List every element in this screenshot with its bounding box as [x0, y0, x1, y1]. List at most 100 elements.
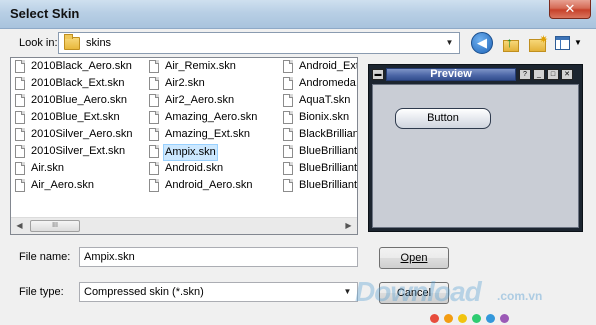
file-name: BlueBrilliant.	[299, 145, 358, 157]
file-name: BlackBrilliant	[299, 128, 358, 140]
file-item[interactable]: Android.skn	[148, 161, 278, 178]
dot-icon	[472, 314, 481, 323]
file-item[interactable]: 2010Silver_Aero.skn	[14, 127, 144, 144]
file-name: 2010Silver_Ext.skn	[31, 145, 126, 157]
filetype-select[interactable]: Compressed skin (*.skn) ▼	[79, 282, 358, 302]
dot-icon	[458, 314, 467, 323]
open-button[interactable]: Open	[379, 247, 449, 269]
file-item[interactable]: Android_Aero.skn	[148, 178, 278, 195]
preview-close-icon: ✕	[561, 69, 573, 80]
preview-sample-button: Button	[395, 108, 491, 129]
file-icon	[15, 179, 25, 192]
up-folder-button[interactable]: ↑	[499, 32, 523, 54]
dot-icon	[444, 314, 453, 323]
title-bar: Select Skin ✕	[0, 0, 596, 29]
file-name: 2010Blue_Aero.skn	[31, 94, 128, 106]
sparkle-icon: ✷	[539, 34, 549, 46]
file-item[interactable]: Air.skn	[14, 161, 144, 178]
file-name: Air.skn	[31, 162, 65, 174]
file-name: 2010Blue_Ext.skn	[31, 111, 120, 123]
horizontal-scrollbar[interactable]: ◀ III ▶	[11, 217, 357, 234]
file-name: Air_Aero.skn	[31, 179, 94, 191]
chevron-down-icon: ▼	[574, 38, 582, 47]
file-item[interactable]: 2010Blue_Ext.skn	[14, 110, 144, 127]
chevron-down-icon[interactable]: ▼	[339, 283, 356, 301]
scroll-thumb[interactable]: III	[30, 220, 80, 232]
back-arrow-icon: ◀	[477, 35, 487, 50]
dot-icon	[430, 314, 439, 323]
file-icon	[15, 145, 25, 158]
file-name: Air_Remix.skn	[165, 60, 236, 72]
file-item[interactable]: BlueBrilliant.	[282, 161, 358, 178]
file-item[interactable]: 2010Black_Ext.skn	[14, 76, 144, 93]
dot-icon	[500, 314, 509, 323]
file-name: Amazing_Ext.skn	[165, 128, 250, 140]
file-name: Ampix.skn	[163, 144, 218, 161]
preview-title: Preview	[386, 68, 516, 81]
file-name: Android_Ext	[299, 60, 358, 72]
file-name: 2010Silver_Aero.skn	[31, 128, 133, 140]
file-item[interactable]: Amazing_Ext.skn	[148, 127, 278, 144]
file-item[interactable]: Air2_Aero.skn	[148, 93, 278, 110]
lookin-combobox[interactable]: skins ▼	[58, 32, 460, 54]
filetype-value: Compressed skin (*.skn)	[84, 286, 204, 298]
file-name: Android_Aero.skn	[165, 179, 253, 191]
preview-maximize-icon: □	[547, 69, 559, 80]
file-icon	[15, 111, 25, 124]
file-item[interactable]: BlueBrilliant_	[282, 178, 358, 195]
file-name: Air2.skn	[165, 77, 205, 89]
preview-menu-icon: ▬	[372, 69, 384, 80]
file-icon	[149, 128, 159, 141]
back-button[interactable]: ◀	[471, 32, 493, 54]
filename-label: File name:	[19, 251, 71, 263]
file-icon	[149, 111, 159, 124]
scroll-right-icon[interactable]: ▶	[340, 218, 357, 234]
filename-input[interactable]: Ampix.skn	[79, 247, 358, 267]
file-icon	[149, 60, 159, 73]
preview-help-icon: ?	[519, 69, 531, 80]
file-item[interactable]: Air_Aero.skn	[14, 178, 144, 195]
chevron-down-icon[interactable]: ▼	[441, 34, 458, 52]
file-item[interactable]: BlackBrilliant	[282, 127, 358, 144]
file-name: BlueBrilliant.	[299, 162, 358, 174]
file-item[interactable]: Air_Remix.skn	[148, 59, 278, 76]
new-folder-button[interactable]: ✷	[526, 32, 550, 54]
view-grid-icon	[555, 36, 570, 50]
file-item[interactable]: 2010Black_Aero.skn	[14, 59, 144, 76]
file-icon	[283, 145, 293, 158]
view-menu-button[interactable]: ▼	[552, 32, 584, 54]
file-item[interactable]: BlueBrilliant.	[282, 144, 358, 161]
file-item[interactable]: 2010Silver_Ext.skn	[14, 144, 144, 161]
file-icon	[149, 162, 159, 175]
dot-icon	[486, 314, 495, 323]
scroll-left-icon[interactable]: ◀	[11, 218, 28, 234]
window-title: Select Skin	[10, 6, 80, 21]
file-icon	[149, 179, 159, 192]
file-item[interactable]: Air2.skn	[148, 76, 278, 93]
file-item[interactable]: Android_Ext	[282, 59, 358, 76]
file-name: Amazing_Aero.skn	[165, 111, 258, 123]
open-button-label: Open	[400, 252, 428, 264]
file-name: Air2_Aero.skn	[165, 94, 235, 106]
file-item[interactable]: AquaT.skn	[282, 93, 357, 110]
file-icon	[283, 162, 293, 175]
file-icon	[15, 162, 25, 175]
file-item[interactable]: Amazing_Aero.skn	[148, 110, 278, 127]
file-icon	[149, 94, 159, 107]
file-name: AquaT.skn	[299, 94, 351, 106]
close-button[interactable]: ✕	[549, 0, 591, 19]
watermark-dots	[430, 314, 514, 325]
preview-minimize-icon: _	[533, 69, 545, 80]
file-item[interactable]: 2010Blue_Aero.skn	[14, 93, 144, 110]
file-list[interactable]: 2010Black_Aero.skn 2010Black_Ext.skn 2010B…	[10, 57, 358, 235]
file-name: Andromeda.	[299, 77, 358, 89]
file-item[interactable]: Andromeda.	[282, 76, 358, 93]
file-item[interactable]: Bionix.skn	[282, 110, 357, 127]
preview-pane: ▬ Preview ? _ □ ✕ Button	[368, 64, 583, 232]
lookin-value: skins	[86, 37, 112, 49]
watermark-logo: Download	[355, 276, 482, 307]
up-arrow-icon: ↑	[506, 34, 513, 50]
file-name: BlueBrilliant_	[299, 179, 358, 191]
file-icon	[283, 77, 293, 90]
file-item[interactable]: Ampix.skn	[148, 144, 278, 161]
